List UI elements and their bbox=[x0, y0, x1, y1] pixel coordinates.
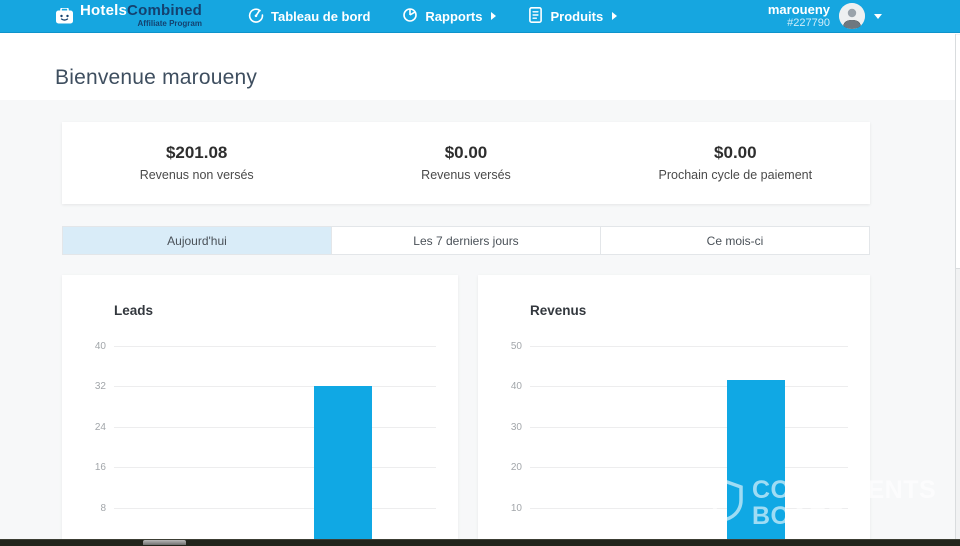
nav-item-products[interactable]: Produits bbox=[528, 7, 617, 26]
gridline bbox=[530, 508, 848, 509]
tab-today[interactable]: Aujourd'hui bbox=[63, 227, 332, 254]
period-tabs: Aujourd'hui Les 7 derniers jours Ce mois… bbox=[62, 226, 870, 255]
brand-combined: Combined bbox=[127, 2, 202, 19]
y-tick-label: 50 bbox=[478, 341, 522, 352]
chevron-down-icon bbox=[874, 14, 882, 19]
taskbar-button[interactable] bbox=[143, 540, 186, 545]
gridline bbox=[114, 386, 436, 387]
y-tick-label: 24 bbox=[62, 422, 106, 433]
user-names: maroueny #227790 bbox=[768, 2, 830, 31]
chevron-right-icon bbox=[491, 12, 496, 20]
user-menu[interactable]: maroueny #227790 bbox=[768, 2, 960, 31]
y-tick-label: 8 bbox=[62, 503, 106, 514]
top-navbar: HotelsCombined Affiliate Program Tableau… bbox=[0, 0, 960, 33]
gridline bbox=[530, 346, 848, 347]
chart-bar bbox=[727, 380, 785, 539]
grid-row: 40 bbox=[62, 346, 458, 347]
chart-bar bbox=[314, 386, 372, 539]
document-icon bbox=[528, 7, 543, 26]
gridline bbox=[530, 386, 848, 387]
leads-chart-card: Leads 40 32 24 16 8 bbox=[62, 275, 458, 539]
stat-label: Revenus versés bbox=[331, 168, 600, 182]
chart-title: Revenus bbox=[530, 303, 586, 318]
nav-item-label: Rapports bbox=[425, 9, 482, 24]
chart-title: Leads bbox=[114, 303, 153, 318]
y-tick-label: 20 bbox=[478, 462, 522, 473]
scrollbar-thumb[interactable] bbox=[956, 35, 960, 269]
revenue-chart-card: Revenus 50 40 30 20 10 bbox=[478, 275, 870, 539]
gauge-icon bbox=[248, 7, 264, 26]
stat-label: Revenus non versés bbox=[62, 168, 331, 182]
stat-paid-earnings: $0.00 Revenus versés bbox=[331, 122, 600, 204]
y-tick-label: 32 bbox=[62, 381, 106, 392]
welcome-band: Bienvenue maroueny bbox=[0, 33, 960, 100]
gridline bbox=[114, 427, 436, 428]
grid-row: 32 bbox=[62, 386, 458, 387]
grid-row: 8 bbox=[62, 508, 458, 509]
nav-item-dashboard[interactable]: Tableau de bord bbox=[248, 7, 370, 26]
stat-value: $0.00 bbox=[601, 143, 870, 163]
grid-row: 24 bbox=[62, 427, 458, 428]
stat-value: $0.00 bbox=[331, 143, 600, 163]
stat-value: $201.08 bbox=[62, 143, 331, 163]
tab-this-month[interactable]: Ce mois-ci bbox=[601, 227, 869, 254]
grid-row: 20 bbox=[478, 467, 870, 468]
dashboard-screen: HotelsCombined Affiliate Program Tableau… bbox=[0, 0, 960, 546]
brand-subtitle: Affiliate Program bbox=[138, 20, 202, 28]
chevron-right-icon bbox=[612, 12, 617, 20]
gridline bbox=[114, 346, 436, 347]
pie-chart-icon bbox=[402, 7, 418, 26]
avatar[interactable] bbox=[839, 3, 865, 29]
nav-item-label: Tableau de bord bbox=[271, 9, 370, 24]
grid-row: 10 bbox=[478, 508, 870, 509]
grid-row: 40 bbox=[478, 386, 870, 387]
user-account-id: #227790 bbox=[768, 17, 830, 30]
page-title: Bienvenue maroueny bbox=[55, 66, 257, 90]
gridline bbox=[530, 467, 848, 468]
stat-next-payment: $0.00 Prochain cycle de paiement bbox=[601, 122, 870, 204]
suitcase-logo-icon bbox=[55, 8, 74, 29]
y-tick-label: 40 bbox=[478, 381, 522, 392]
brand-hotels: Hotels bbox=[80, 2, 127, 19]
vertical-scrollbar[interactable] bbox=[955, 34, 960, 539]
stat-unpaid-earnings: $201.08 Revenus non versés bbox=[62, 122, 331, 204]
nav-item-label: Produits bbox=[550, 9, 603, 24]
grid-row: 50 bbox=[478, 346, 870, 347]
brand-text: HotelsCombined Affiliate Program bbox=[80, 3, 202, 28]
user-name: maroueny bbox=[768, 2, 830, 18]
gridline bbox=[114, 508, 436, 509]
tab-last-7-days[interactable]: Les 7 derniers jours bbox=[332, 227, 601, 254]
hotelscombined-logo[interactable]: HotelsCombined Affiliate Program bbox=[55, 3, 202, 29]
gridline bbox=[114, 467, 436, 468]
y-tick-label: 10 bbox=[478, 503, 522, 514]
stat-label: Prochain cycle de paiement bbox=[601, 168, 870, 182]
gridline bbox=[530, 427, 848, 428]
y-tick-label: 30 bbox=[478, 422, 522, 433]
grid-row: 30 bbox=[478, 427, 870, 428]
main-content: $201.08 Revenus non versés $0.00 Revenus… bbox=[0, 100, 960, 539]
taskbar-edge bbox=[0, 539, 960, 546]
nav-item-reports[interactable]: Rapports bbox=[402, 7, 496, 26]
y-tick-label: 40 bbox=[62, 341, 106, 352]
earnings-summary-card: $201.08 Revenus non versés $0.00 Revenus… bbox=[62, 122, 870, 204]
y-tick-label: 16 bbox=[62, 462, 106, 473]
grid-row: 16 bbox=[62, 467, 458, 468]
